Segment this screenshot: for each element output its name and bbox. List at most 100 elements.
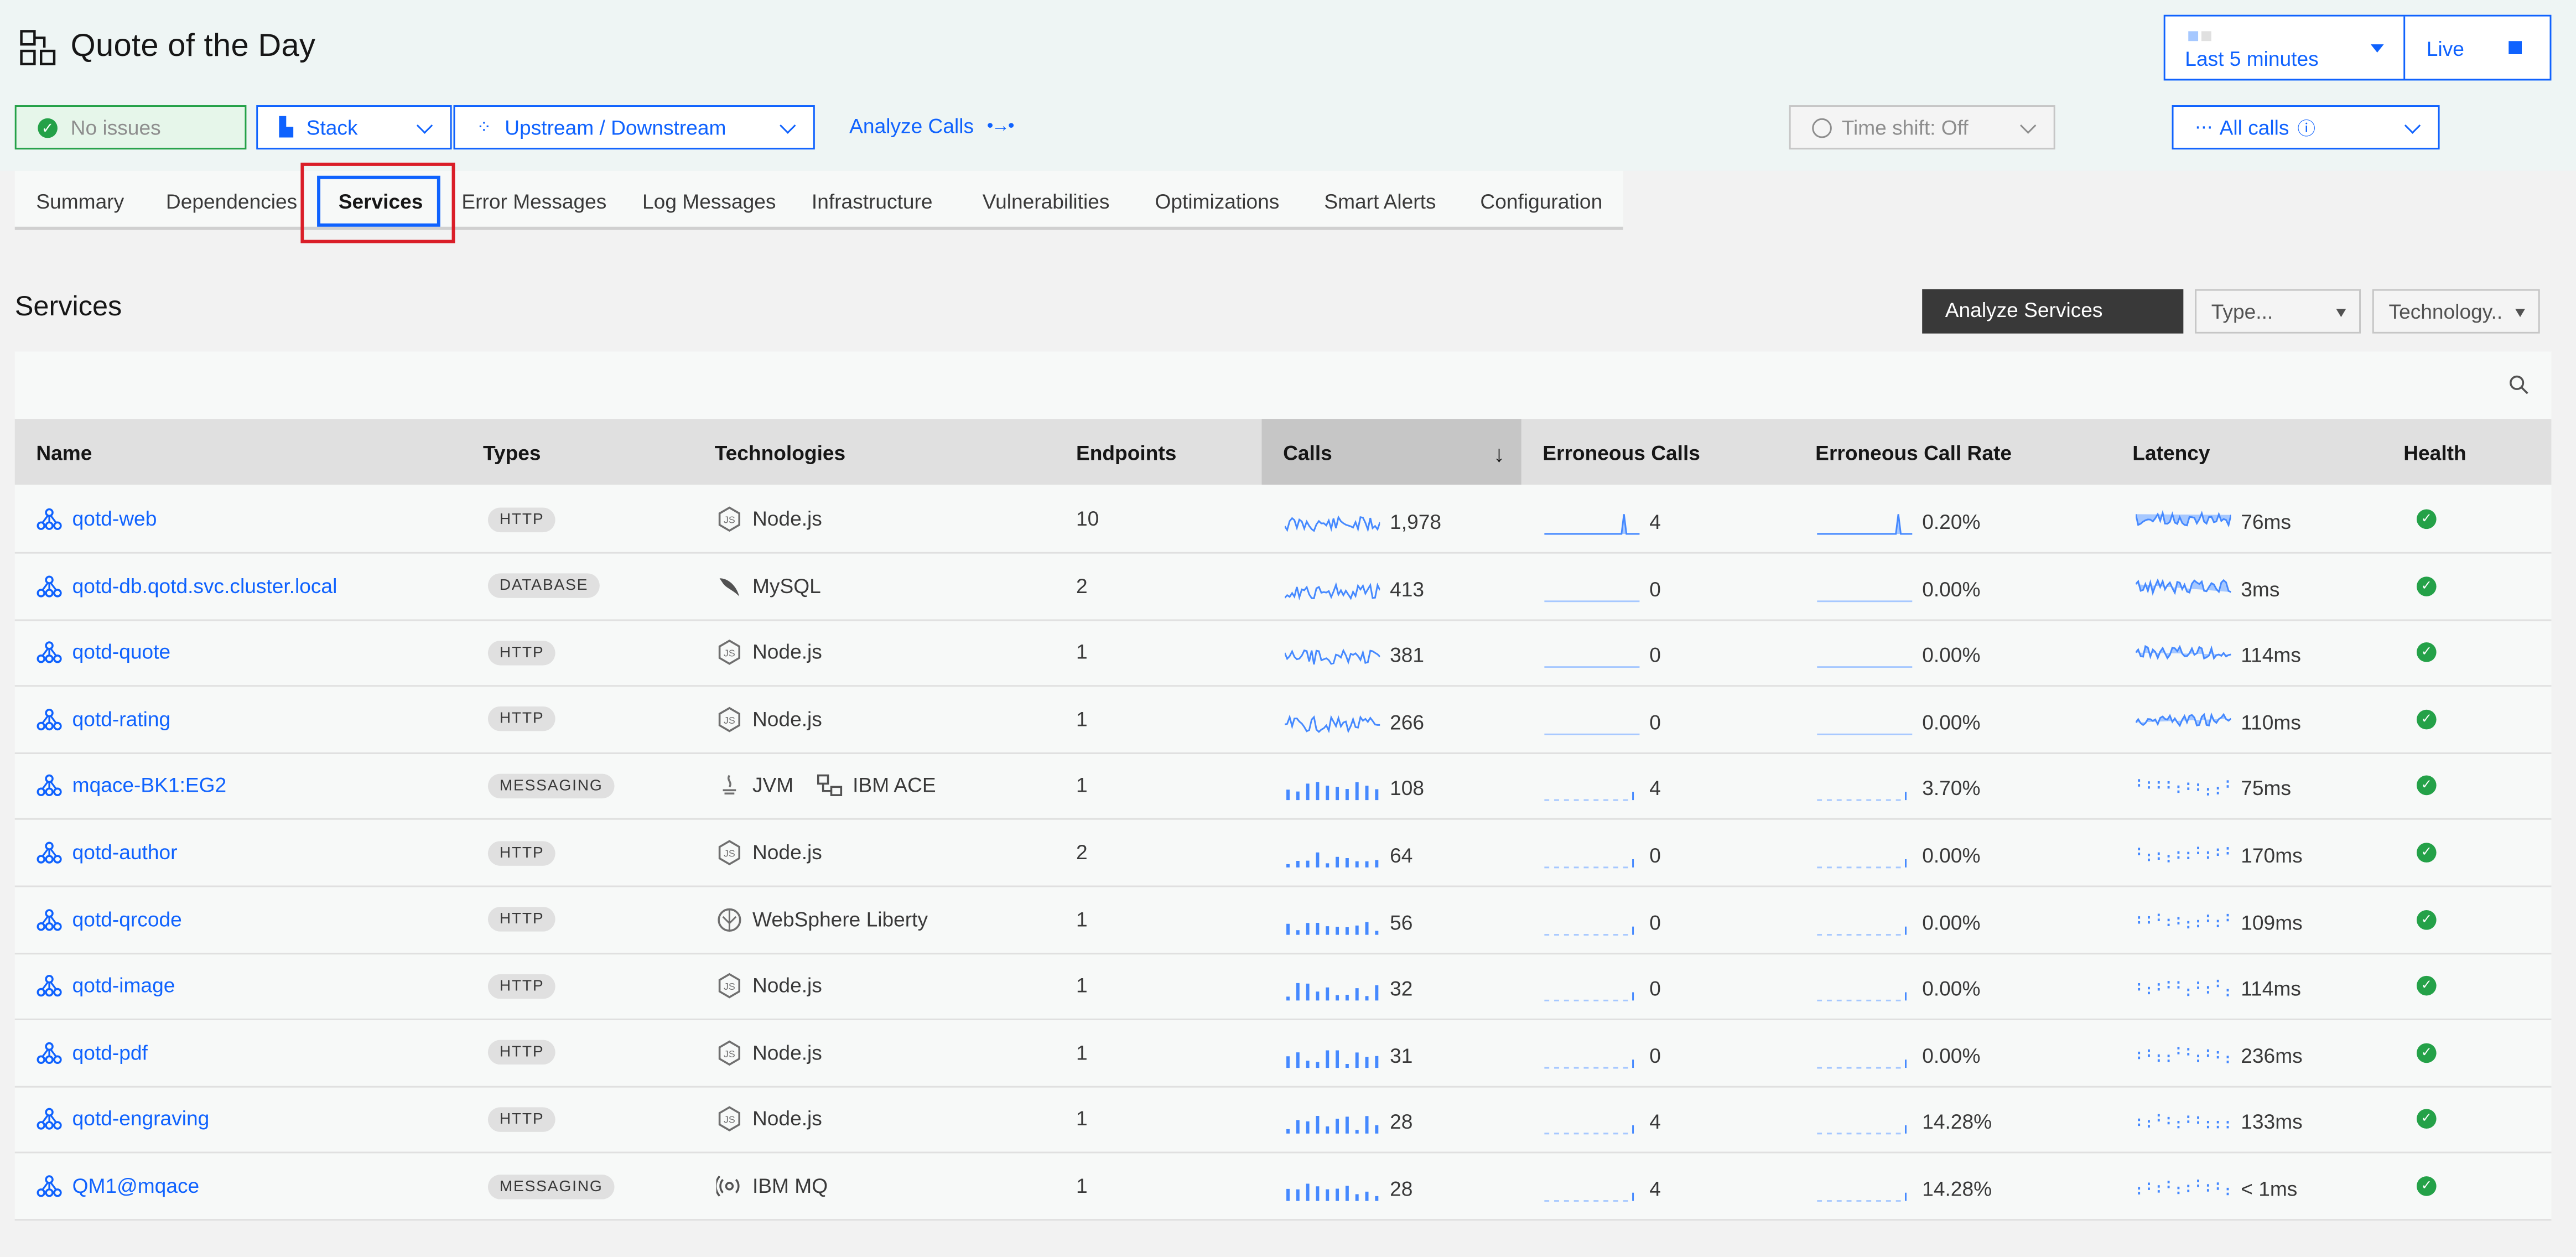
erroneous-call-rate-value: 0.00% [1922, 1044, 1981, 1068]
service-name-link[interactable]: qotd-author [72, 841, 178, 864]
mysql-icon [719, 578, 740, 596]
latency-cell: < 1ms [2136, 1156, 2297, 1222]
service-name-cell[interactable]: QM1@mqace [36, 1154, 199, 1219]
service-icon [37, 842, 62, 864]
table-row[interactable]: qotd-quote HTTP JS Node.js 1 381 0 0.00%… [14, 620, 2552, 687]
table-row[interactable]: qotd-web HTTP JS Node.js 10 1,978 4 0.20… [14, 486, 2552, 555]
latency-value: 76ms [2241, 511, 2292, 534]
technology-filter[interactable]: Technology.. [2372, 289, 2540, 334]
type-cell: HTTP [487, 820, 556, 886]
col-latency[interactable]: Latency [2132, 419, 2210, 485]
table-row[interactable]: mqace-BK1:EG2 MESSAGING JVM IBM ACE 1 10… [14, 753, 2552, 820]
calls-sparkline [1286, 921, 1379, 934]
type-cell: HTTP [487, 886, 556, 952]
latency-cell: 133ms [2136, 1090, 2303, 1156]
health-cell: ✓ [2416, 953, 2437, 1019]
table-row[interactable]: qotd-db.qotd.svc.cluster.local DATABASE … [14, 553, 2552, 621]
erroneous-calls-cell: 4 [1544, 490, 1661, 555]
caret-down-icon [2370, 44, 2384, 53]
all-calls-dropdown[interactable]: ⋯ All calls ⓘ [2172, 105, 2440, 150]
col-types[interactable]: Types [483, 419, 541, 485]
tab-dependencies[interactable]: Dependencies [166, 171, 297, 230]
table-row[interactable]: QM1@mqace MESSAGING IBM MQ 1 28 4 14.28%… [14, 1154, 2552, 1222]
type-filter[interactable]: Type... [2195, 289, 2361, 334]
col-health[interactable]: Health [2403, 419, 2466, 485]
service-name-link[interactable]: qotd-pdf [72, 1041, 148, 1064]
service-name-link[interactable]: mqace-BK1:EG2 [72, 775, 227, 798]
time-picker[interactable]: Last 5 minutes Live [2163, 14, 2552, 81]
tab-log-messages[interactable]: Log Messages [642, 171, 776, 230]
service-name-link[interactable]: qotd-image [72, 974, 175, 998]
service-name-link[interactable]: qotd-quote [72, 641, 171, 664]
analyze-calls-link[interactable]: Analyze Calls •→• [849, 115, 1015, 138]
tab-error-messages[interactable]: Error Messages [461, 171, 606, 230]
col-technologies[interactable]: Technologies [715, 419, 845, 485]
service-name-cell[interactable]: qotd-engraving [36, 1087, 209, 1152]
time-range-label: Last 5 minutes [2185, 48, 2319, 71]
table-row[interactable]: qotd-engraving HTTP JS Node.js 1 28 4 14… [14, 1087, 2552, 1156]
service-name-link[interactable]: qotd-engraving [72, 1108, 210, 1131]
health-ok-icon: ✓ [2416, 1042, 2437, 1063]
service-name-link[interactable]: qotd-qrcode [72, 908, 182, 931]
service-name-cell[interactable]: qotd-qrcode [36, 886, 182, 952]
calls-sparkline [1286, 1116, 1379, 1135]
table-row[interactable]: qotd-pdf HTTP JS Node.js 1 31 0 0.00% 23… [14, 1020, 2552, 1088]
analyze-services-button[interactable]: Analyze Services [1922, 289, 2184, 334]
service-name-cell[interactable]: qotd-db.qotd.svc.cluster.local [36, 553, 337, 619]
status-badge[interactable]: ✓ No issues [14, 105, 247, 150]
stack-dropdown[interactable]: ▙ Stack [256, 105, 452, 150]
latency-sparkline [2136, 645, 2231, 661]
type-badge: DATABASE [487, 573, 600, 599]
col-name[interactable]: Name [36, 419, 92, 485]
service-name-cell[interactable]: qotd-pdf [36, 1020, 148, 1085]
table-row[interactable]: qotd-rating HTTP JS Node.js 1 266 0 0.00… [14, 687, 2552, 756]
erroneous-calls-cell: 0 [1544, 690, 1661, 756]
service-name-cell[interactable]: qotd-rating [36, 687, 170, 752]
calls-cell: 1,978 [1285, 490, 1441, 555]
time-range-dropdown[interactable]: Last 5 minutes [2165, 16, 2406, 79]
tab-summary[interactable]: Summary [36, 171, 124, 230]
col-erroneous-calls[interactable]: Erroneous Calls [1543, 419, 1700, 485]
technologies-cell: JS Node.js [716, 620, 845, 685]
nodejs-icon: JS [718, 707, 741, 732]
live-toggle[interactable]: Live [2405, 17, 2549, 79]
service-name-link[interactable]: qotd-rating [72, 708, 170, 731]
table-row[interactable]: qotd-qrcode HTTP WebSphere Liberty 1 56 … [14, 886, 2552, 955]
service-name-cell[interactable]: qotd-author [36, 820, 178, 886]
service-name-cell[interactable]: qotd-image [36, 953, 175, 1019]
calls-sparkline [1285, 515, 1380, 533]
search-icon[interactable] [2509, 375, 2528, 394]
erroneous-calls-sparkline [1544, 600, 1640, 602]
col-erroneous-call-rate[interactable]: Erroneous Call Rate [1815, 419, 2012, 485]
tab-configuration[interactable]: Configuration [1480, 171, 1602, 230]
service-name-link[interactable]: QM1@mqace [72, 1175, 200, 1198]
tab-smart-alerts[interactable]: Smart Alerts [1324, 171, 1436, 230]
erroneous-calls-cell: 0 [1544, 890, 1661, 955]
col-calls[interactable]: Calls ↓ [1261, 419, 1521, 485]
calls-value: 413 [1390, 578, 1425, 601]
erroneous-call-rate-cell: 0.00% [1817, 823, 1980, 889]
calls-sparkline [1286, 1183, 1379, 1201]
table-row[interactable]: qotd-image HTTP JS Node.js 1 32 0 0.00% … [14, 953, 2552, 1021]
erroneous-calls-sparkline [1544, 926, 1634, 935]
table-row[interactable]: qotd-author HTTP JS Node.js 2 64 0 0.00%… [14, 820, 2552, 889]
service-name-cell[interactable]: mqace-BK1:EG2 [36, 753, 226, 819]
endpoints-cell: 1 [1076, 907, 1088, 931]
calls-value: 381 [1390, 644, 1425, 668]
erroneous-calls-value: 4 [1649, 511, 1661, 534]
col-endpoints[interactable]: Endpoints [1076, 419, 1176, 485]
calls-value: 31 [1390, 1044, 1413, 1068]
tab-vulnerabilities[interactable]: Vulnerabilities [983, 171, 1110, 230]
tab-optimizations[interactable]: Optimizations [1155, 171, 1279, 230]
analyze-icon: •→• [986, 116, 1015, 137]
service-name-cell[interactable]: qotd-web [36, 486, 157, 552]
service-icon [37, 1108, 62, 1130]
time-shift-dropdown[interactable]: Time shift: Off [1789, 105, 2055, 150]
type-badge: HTTP [487, 840, 556, 865]
service-name-link[interactable]: qotd-db.qotd.svc.cluster.local [72, 574, 337, 598]
caret-down-icon [2515, 309, 2525, 318]
service-name-cell[interactable]: qotd-quote [36, 620, 170, 685]
service-name-link[interactable]: qotd-web [72, 508, 157, 531]
tab-infrastructure[interactable]: Infrastructure [812, 171, 933, 230]
upstream-downstream-dropdown[interactable]: ⁘ Upstream / Downstream [453, 105, 815, 150]
